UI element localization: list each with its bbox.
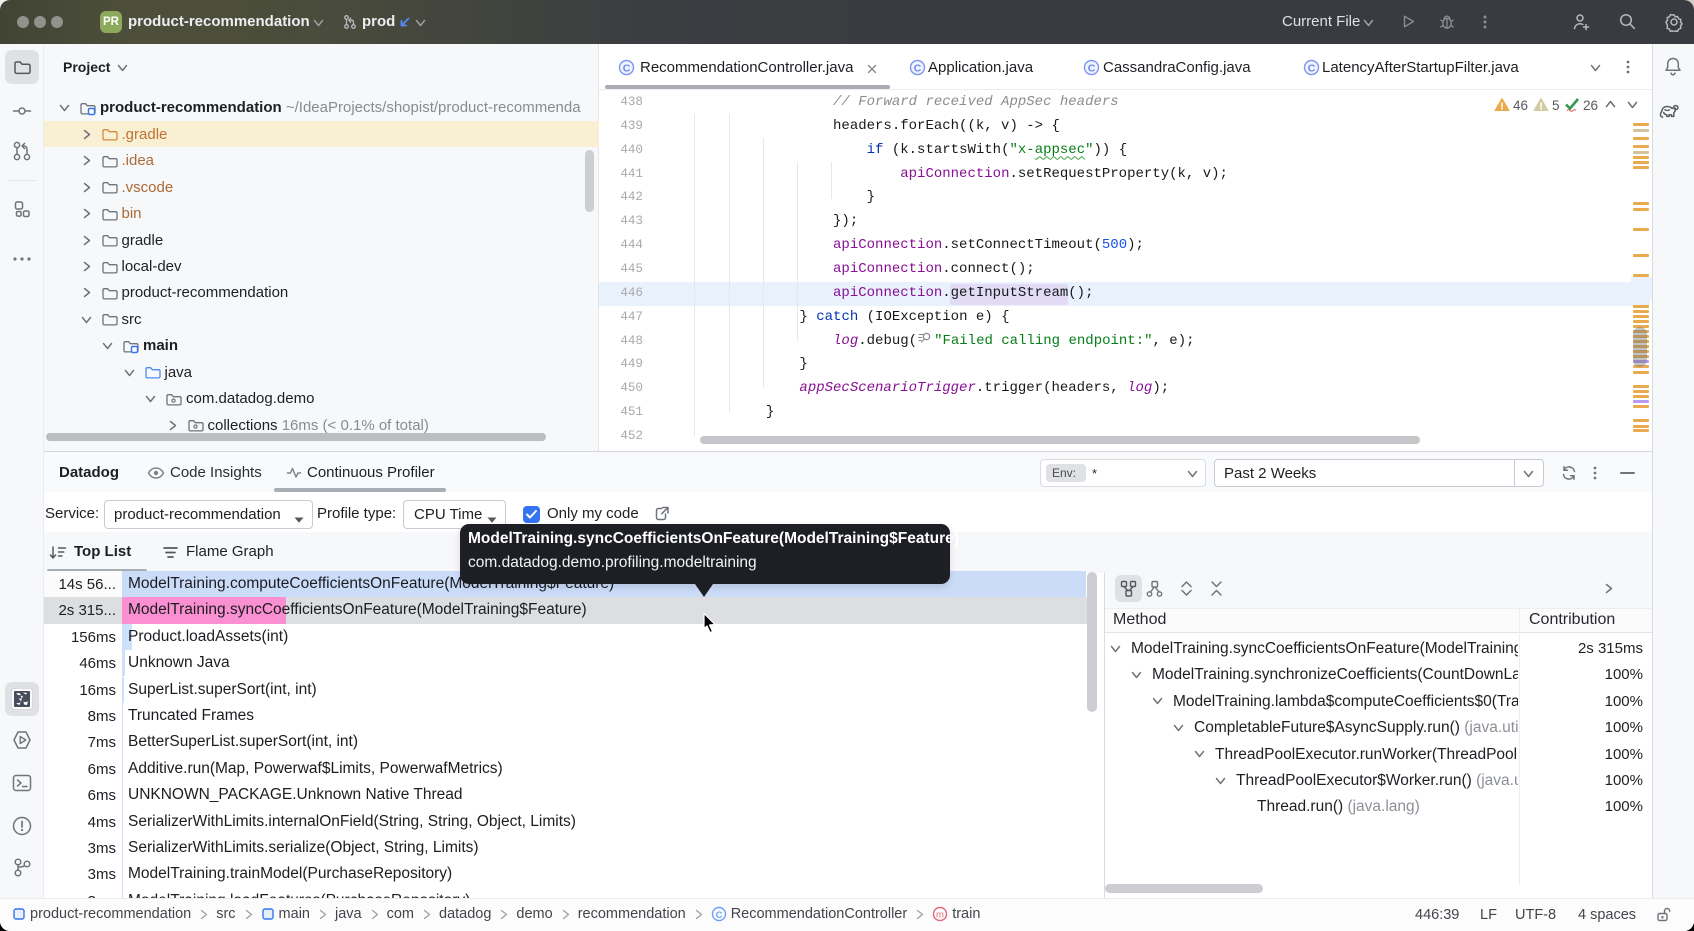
svg-text:C: C — [623, 62, 631, 74]
svg-text:C: C — [1088, 62, 1096, 74]
svg-text:C: C — [715, 910, 722, 921]
svg-text:C: C — [914, 62, 922, 74]
svg-text:C: C — [1308, 62, 1316, 74]
svg-text:m: m — [936, 910, 944, 921]
